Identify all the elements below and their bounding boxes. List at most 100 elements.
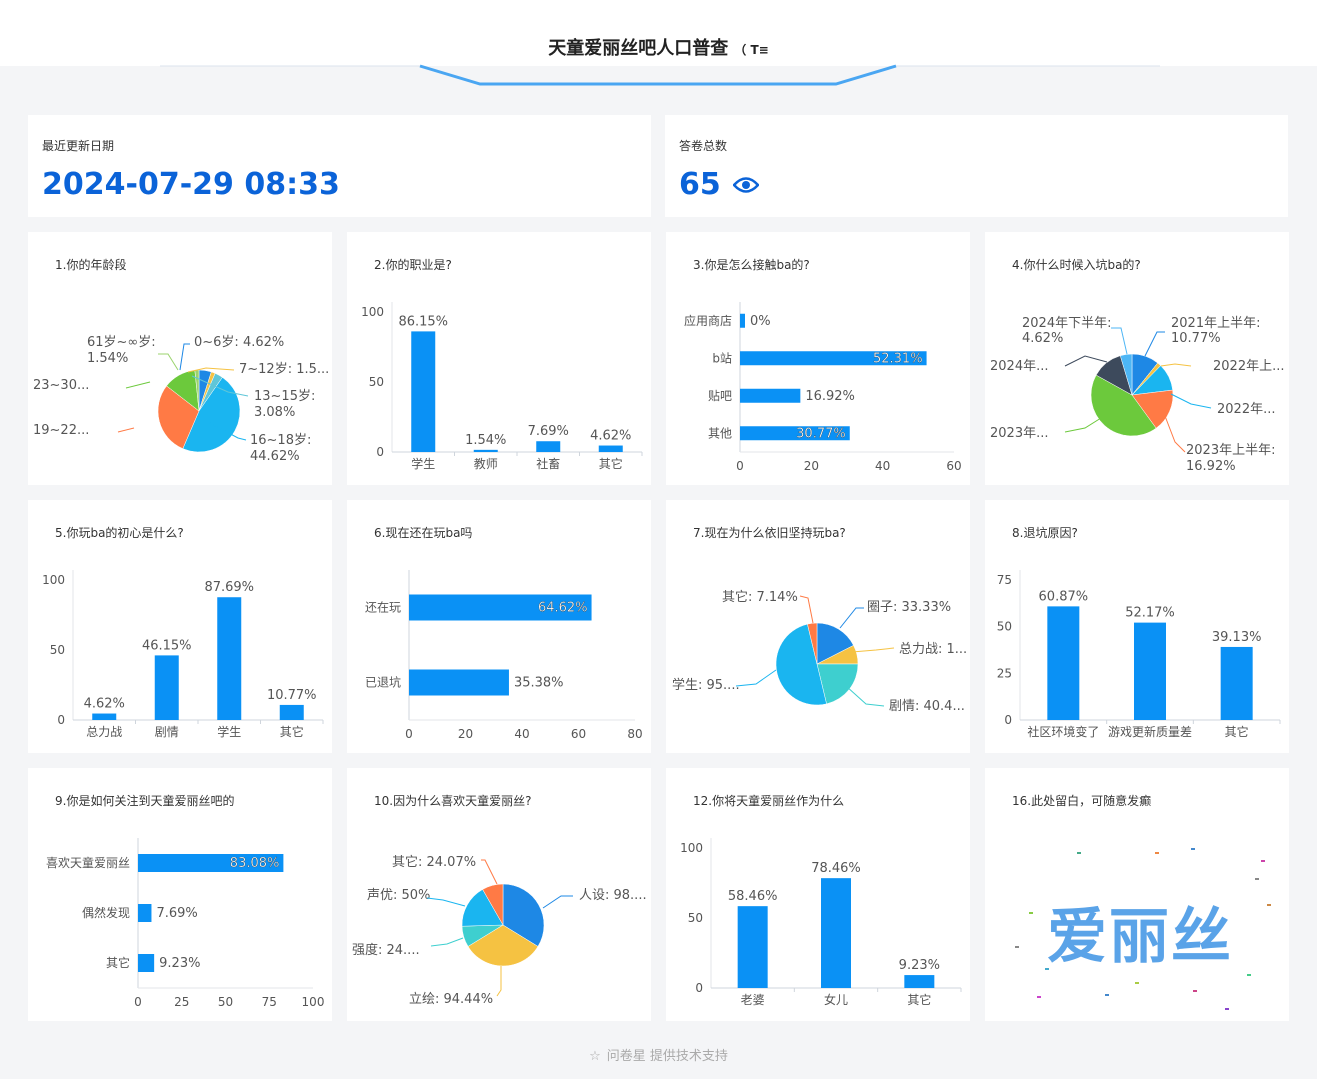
bar-value-label: 1.54% xyxy=(465,433,506,448)
bar xyxy=(737,906,768,988)
bar-value-label: 64.62% xyxy=(538,601,588,616)
wordcloud-small-word xyxy=(1155,852,1159,854)
y-tick-label: 50 xyxy=(369,375,384,389)
pie-label: 2022年... xyxy=(1217,402,1275,417)
x-tick-label: 学生 xyxy=(411,456,435,471)
x-tick-label: 75 xyxy=(262,995,277,1009)
chart-card: 9.你是如何关注到天童爱丽丝吧的 0 25 50 75 100 喜欢天童爱丽丝 83.08% 偶… xyxy=(28,768,332,1021)
footer-text[interactable]: 问卷星 提供技术支持 xyxy=(607,1049,728,1064)
pie-label: 声优: 50% xyxy=(367,888,430,903)
pie-leader-line xyxy=(845,685,885,707)
bar xyxy=(740,388,801,403)
x-tick-label: 50 xyxy=(218,995,233,1009)
x-tick-label: 40 xyxy=(875,459,890,473)
y-tick-label: 50 xyxy=(50,643,65,657)
pie-label: 23~30... xyxy=(33,378,89,393)
bar-value-label: 10.77% xyxy=(267,688,317,703)
y-tick-label: 0 xyxy=(376,445,384,459)
y-tick-label: 应用商店 xyxy=(684,313,732,328)
wordcloud-small-word xyxy=(1045,968,1049,970)
y-tick-label: 75 xyxy=(997,573,1012,587)
y-tick-label: 100 xyxy=(361,305,384,319)
bar-value-label: 7.69% xyxy=(156,906,197,921)
page-title: 天童爱丽丝吧人口普查 （ T≡ xyxy=(0,34,1317,60)
x-tick-label: 80 xyxy=(627,727,642,741)
bar xyxy=(1220,646,1253,720)
x-tick-label: 女儿 xyxy=(824,992,848,1007)
y-tick-label: 100 xyxy=(680,841,703,855)
x-tick-label: 其它 xyxy=(599,456,623,471)
bar-value-label: 52.17% xyxy=(1125,606,1175,621)
chart-svg: 0 25 50 75 100 喜欢天童爱丽丝 83.08% 偶然发现 7.69% 其它 9.23% xyxy=(46,838,324,1009)
pie-leader-line xyxy=(125,381,151,389)
pie-label: 61岁~∞岁: xyxy=(87,335,156,350)
bar-value-label: 83.08% xyxy=(230,856,280,871)
x-tick-label: 老婆 xyxy=(741,993,765,1007)
bar xyxy=(904,975,935,988)
page-header: 天童爱丽丝吧人口普查 （ T≡ xyxy=(0,0,1317,86)
eye-icon[interactable] xyxy=(732,167,760,202)
x-tick-label: 0 xyxy=(405,727,413,741)
x-tick-label: 总力战 xyxy=(86,725,122,739)
bar-value-label: 9.23% xyxy=(159,956,200,971)
pie-label: 3.08% xyxy=(254,405,295,420)
response-count-card: 答卷总数 65 xyxy=(665,115,1288,217)
wordcloud-small-word xyxy=(1247,974,1251,976)
chart-card: 12.你将天童爱丽丝作为什么 0 50 100 58.46% 老婆 78.46% 女儿 9.23… xyxy=(666,768,970,1021)
bar-value-label: 9.23% xyxy=(899,958,940,973)
pie-label: 2024年下半年: xyxy=(1022,316,1111,331)
bar-value-label: 86.15% xyxy=(398,314,448,329)
y-tick-label: 0 xyxy=(57,713,65,727)
response-count-text: 65 xyxy=(679,167,721,202)
star-icon: ☆ xyxy=(589,1049,601,1064)
x-tick-label: 教师 xyxy=(474,456,498,471)
pie-leader-line xyxy=(496,966,502,997)
pie-label: 人设: 98.... xyxy=(579,888,647,903)
pie-label: 4.62% xyxy=(1022,331,1063,346)
wordcloud-main-word: 爱丽丝 xyxy=(1047,902,1233,972)
x-tick-label: 剧情 xyxy=(155,725,179,739)
y-tick-label: 50 xyxy=(997,620,1012,634)
bar-value-label: 35.38% xyxy=(514,676,564,691)
pie-label: 强度: 24.... xyxy=(352,942,420,958)
bar-value-label: 7.69% xyxy=(528,424,569,439)
wordcloud-small-word xyxy=(1225,1008,1229,1010)
y-tick-label: 25 xyxy=(997,666,1012,680)
pie-label: 剧情: 40.4... xyxy=(889,699,965,714)
bar xyxy=(1134,622,1166,720)
pie-label: 立绘: 94.44% xyxy=(409,992,493,1007)
pie-leader-line xyxy=(430,937,464,947)
y-tick-label: 其他 xyxy=(708,426,732,440)
pie-leader-line xyxy=(735,669,777,687)
chart-title: 16.此处留白，可随意发癫 xyxy=(1012,794,1152,808)
bar xyxy=(536,441,561,452)
chart-svg: 0 20 40 60 应用商店 0% b站 52.31% 贴吧 16.92% 其他 30.77% xyxy=(684,302,962,473)
chart-card: 8.退坑原因? 0 25 50 75 60.87% 社区环境变了 52.17% 游戏更新质量差 3… xyxy=(985,500,1289,753)
bar-value-label: 4.62% xyxy=(590,429,631,444)
bar xyxy=(411,331,436,452)
pie-label: 其它: 7.14% xyxy=(722,589,798,605)
pie-label: 2021年上半年: xyxy=(1171,316,1260,331)
x-tick-label: 社区环境变了 xyxy=(1027,724,1099,739)
y-tick-label: 其它 xyxy=(106,955,130,970)
chart-card: 2.你的职业是? 0 50 100 86.15% 学生 1.54% 教师 7.69% 社畜 4.62… xyxy=(347,232,651,485)
bar xyxy=(138,904,152,922)
pie-label: 其它: 24.07% xyxy=(392,854,476,870)
wordcloud-small-word xyxy=(1267,904,1271,906)
chart-svg: 0 25 50 75 60.87% 社区环境变了 52.17% 游戏更新质量差 39.13% 其它 xyxy=(997,570,1281,739)
x-tick-label: 40 xyxy=(514,727,529,741)
pie-leader-line xyxy=(542,895,573,909)
wordcloud-small-word xyxy=(1193,990,1197,992)
wordcloud-small-word xyxy=(1261,860,1265,862)
pie-leader-line xyxy=(799,595,814,624)
header-decoration xyxy=(160,64,1160,86)
title-suffix-icon[interactable]: （ T≡ xyxy=(734,43,768,57)
pie-leader-line xyxy=(481,859,498,885)
pie-leader-line xyxy=(1144,331,1165,357)
x-tick-label: 60 xyxy=(946,459,961,473)
bar xyxy=(1047,606,1080,720)
chart-svg: 2024年下半年:4.62% 2021年上半年:10.77% 2022年上... 20… xyxy=(990,316,1284,474)
chart-card: 4.你什么时候入坑ba的? 2024年下半年: 4.62% 2021年上半年: 10.7… xyxy=(985,232,1289,485)
bar-value-label: 4.62% xyxy=(84,697,125,712)
pie-label: 10.77% xyxy=(1171,331,1221,346)
